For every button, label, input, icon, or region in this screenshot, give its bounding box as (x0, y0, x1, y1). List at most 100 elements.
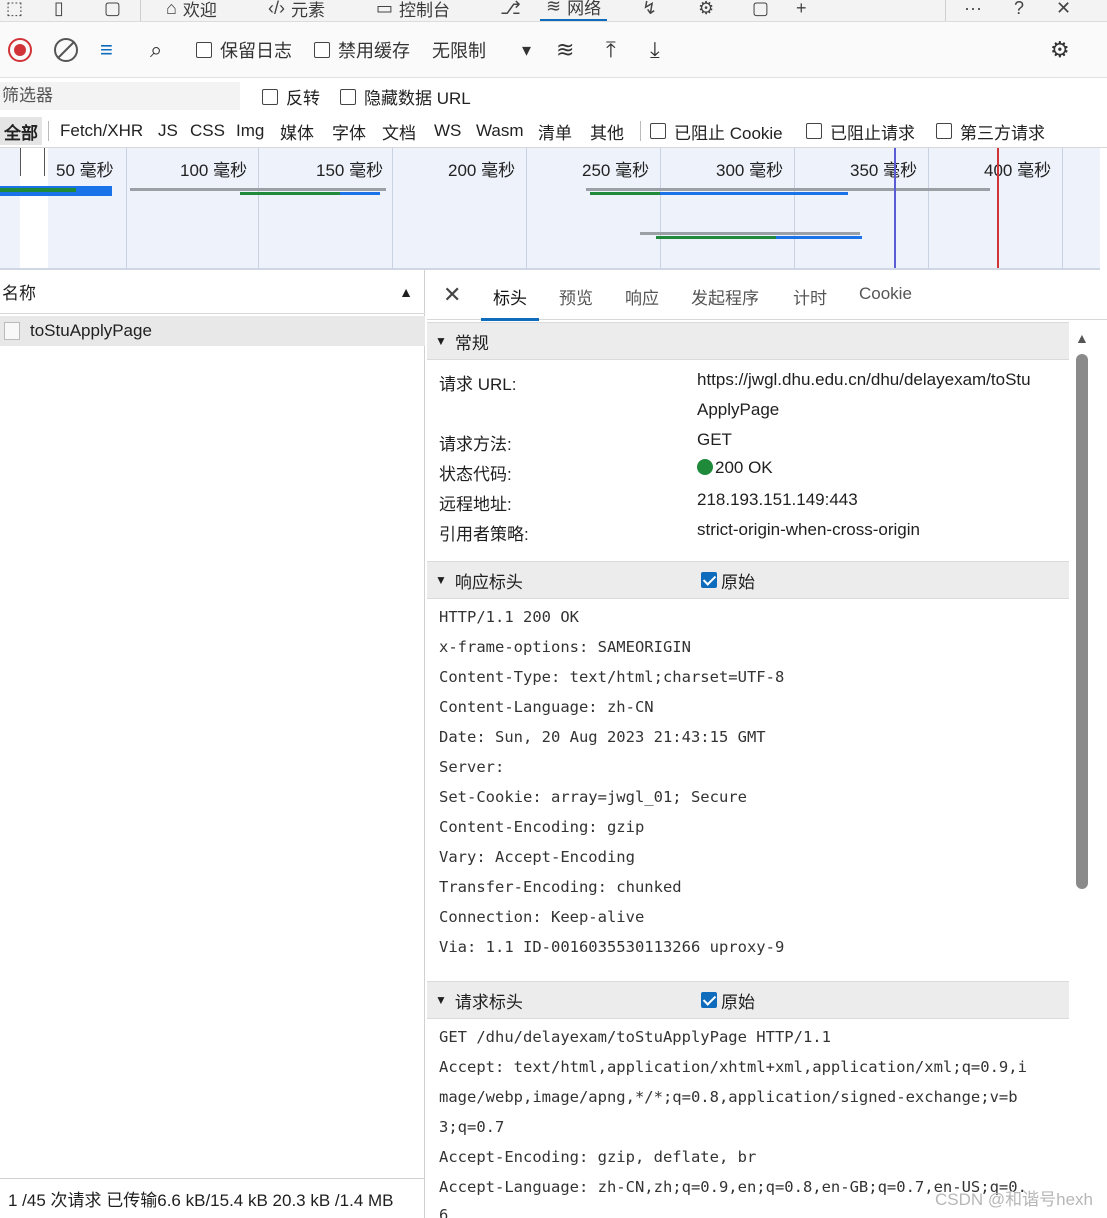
remote-address: 218.193.151.149:443 (697, 490, 858, 509)
request-list: 名称 ▲ toStuApplyPage 1 /45 次请求 已传输6.6 kB/… (0, 270, 425, 1218)
console-icon: ▭ (376, 0, 394, 18)
load-event-marker (997, 148, 999, 268)
tab-elements[interactable]: ‹/› 元素 (268, 0, 325, 21)
filter-input[interactable] (0, 82, 240, 110)
request-header-line: Accept: text/html,application/xhtml+xml,… (439, 1058, 1027, 1076)
network-overview[interactable]: 50 毫秒 100 毫秒 150 毫秒 200 毫秒 250 毫秒 300 毫秒… (0, 148, 1100, 270)
type-fetch-xhr[interactable]: Fetch/XHR (60, 117, 143, 145)
type-other[interactable]: 其他 (590, 117, 624, 145)
tab-headers[interactable]: 标头 (481, 284, 539, 321)
download-icon: ⤓ (650, 37, 660, 62)
dock-icon[interactable]: ▢ (104, 0, 121, 21)
overview-tick-label: 250 毫秒 (582, 161, 650, 180)
search-icon: ⌕ (150, 37, 163, 62)
type-font[interactable]: 字体 (332, 117, 366, 145)
status-summary: 1 /45 次请求 已传输6.6 kB/15.4 kB 20.3 kB /1.4… (0, 1178, 425, 1218)
preserve-log-checkbox[interactable]: 保留日志 (196, 34, 292, 66)
type-css[interactable]: CSS (190, 117, 225, 145)
tab-console[interactable]: ▭ 控制台 (376, 0, 450, 21)
inspect-icon[interactable]: ⬚ (6, 0, 23, 21)
hide-data-url-checkbox[interactable]: 隐藏数据 URL (340, 84, 471, 109)
type-manifest[interactable]: 清单 (538, 117, 572, 145)
sources-icon[interactable]: ⎇ (500, 0, 521, 21)
clear-button[interactable] (54, 34, 78, 66)
general-key: 请求 URL: (439, 375, 517, 394)
tab-preview[interactable]: 预览 (559, 284, 593, 309)
general-section-header[interactable]: ▼ 常规 (427, 322, 1069, 360)
search-button[interactable]: ⌕ (150, 34, 162, 66)
filter-icon: ≡ (100, 37, 113, 62)
blocked-requests-checkbox[interactable]: 已阻止请求 (806, 117, 915, 145)
record-button[interactable] (8, 34, 32, 66)
tab-cookies[interactable]: Cookie (859, 284, 912, 304)
general-key: 引用者策略: (439, 525, 529, 544)
request-header-line: Accept-Encoding: gzip, deflate, br (439, 1148, 757, 1166)
type-doc[interactable]: 文档 (382, 117, 416, 145)
upload-icon: ⤒ (606, 37, 616, 62)
third-party-checkbox[interactable]: 第三方请求 (936, 117, 1045, 145)
tab-timing[interactable]: 计时 (793, 284, 827, 309)
wifi-icon: ≋ (546, 0, 562, 16)
disable-cache-checkbox[interactable]: 禁用缓存 (314, 34, 410, 66)
application-icon[interactable]: ▢ (752, 0, 769, 21)
scrollbar-thumb[interactable] (1076, 354, 1088, 889)
invert-checkbox[interactable]: 反转 (262, 84, 320, 109)
filter-toggle-button[interactable]: ≡ (100, 34, 113, 66)
blocked-cookies-checkbox[interactable]: 已阻止 Cookie (650, 117, 783, 145)
raw-toggle-checkbox[interactable]: 原始 (701, 568, 755, 593)
type-img[interactable]: Img (236, 117, 264, 145)
export-har-button[interactable]: ⤓ (650, 34, 660, 66)
type-media[interactable]: 媒体 (280, 117, 314, 145)
request-header-line: 3;q=0.7 (439, 1118, 505, 1136)
performance-icon[interactable]: ↯ (642, 0, 657, 21)
help-icon[interactable]: ? (1014, 0, 1024, 21)
response-header-line: Transfer-Encoding: chunked (439, 878, 682, 896)
clear-icon (54, 38, 78, 62)
type-wasm[interactable]: Wasm (476, 117, 524, 145)
type-js[interactable]: JS (158, 117, 178, 145)
details-scrollbar[interactable]: ▲ (1075, 330, 1089, 1218)
request-method: GET (697, 430, 732, 449)
request-header-line: GET /dhu/delayexam/toStuApplyPage HTTP/1… (439, 1028, 831, 1046)
status-ok-dot-icon (697, 459, 713, 475)
tab-response[interactable]: 响应 (625, 284, 659, 309)
home-icon: ⌂ (166, 0, 177, 18)
network-toolbar: ≡ ⌕ 保留日志 禁用缓存 无限制 ▾ ≋ ⤒ ⤓ ⚙ (0, 22, 1107, 78)
device-emulation-icon[interactable]: ▯ (54, 0, 64, 21)
response-header-line: Content-Language: zh-CN (439, 698, 654, 716)
document-icon (4, 322, 20, 340)
tab-welcome[interactable]: ⌂ 欢迎 (166, 0, 217, 21)
close-devtools-icon[interactable]: ✕ (1056, 0, 1071, 21)
response-header-line: Via: 1.1 ID-0016035530113266 uproxy-9 (439, 938, 785, 956)
general-key: 状态代码: (439, 465, 512, 484)
import-har-button[interactable]: ⤒ (606, 34, 616, 66)
overview-tick-label: 200 毫秒 (448, 161, 516, 180)
code-icon: ‹/› (268, 0, 285, 18)
referrer-policy: strict-origin-when-cross-origin (697, 520, 920, 539)
overview-tick-label: 150 毫秒 (316, 161, 384, 180)
tab-initiator[interactable]: 发起程序 (691, 284, 759, 309)
collapse-arrow-icon: ▼ (435, 573, 447, 587)
throttle-select[interactable]: 无限制 ▾ (432, 34, 531, 66)
dropdown-arrow-icon: ▾ (522, 39, 532, 60)
network-conditions-button[interactable]: ≋ (556, 34, 574, 66)
general-key: 远程地址: (439, 495, 512, 514)
filter-row: 反转 隐藏数据 URL (0, 78, 1107, 114)
close-details-icon[interactable]: ✕ (443, 282, 461, 308)
request-row[interactable]: toStuApplyPage (0, 316, 425, 346)
type-ws[interactable]: WS (434, 117, 461, 145)
raw-toggle-checkbox[interactable]: 原始 (701, 988, 755, 1013)
overview-tick-label: 50 毫秒 (56, 161, 114, 180)
record-icon (8, 38, 32, 62)
response-headers-section-header[interactable]: ▼ 响应标头 原始 (427, 561, 1069, 599)
type-all[interactable]: 全部 (0, 117, 42, 145)
request-headers-section-header[interactable]: ▼ 请求标头 原始 (427, 981, 1069, 1019)
response-header-line: Vary: Accept-Encoding (439, 848, 635, 866)
more-icon[interactable]: ··· (964, 0, 982, 21)
settings-button[interactable]: ⚙ (1050, 34, 1070, 66)
tab-network[interactable]: ≋ 网络 (540, 0, 608, 21)
scroll-up-icon[interactable]: ▲ (1075, 330, 1089, 346)
memory-icon[interactable]: ⚙ (698, 0, 714, 21)
add-tab-icon[interactable]: + (796, 0, 807, 21)
name-column-header[interactable]: 名称 ▲ (0, 270, 425, 314)
